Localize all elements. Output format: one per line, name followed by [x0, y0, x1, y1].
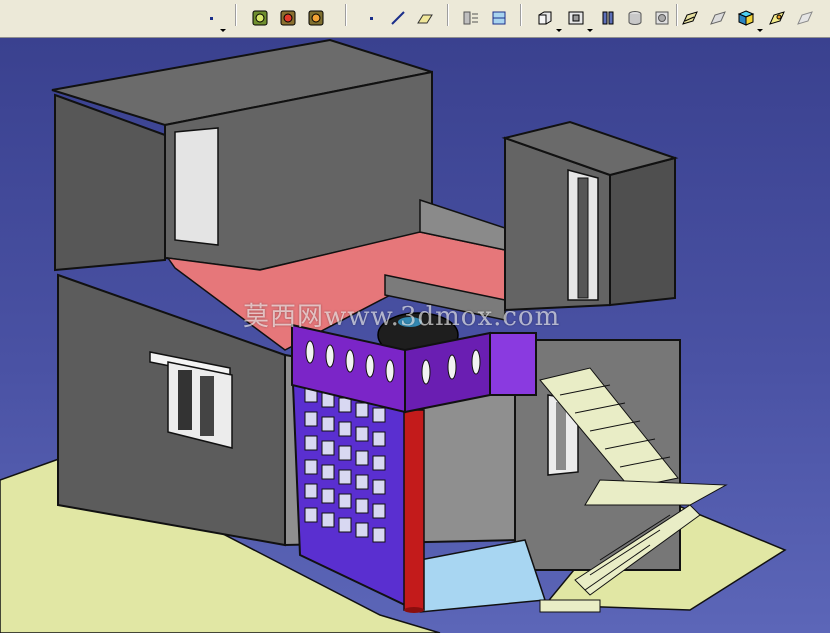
chevron-down-icon[interactable] — [556, 29, 562, 32]
toolbar-separator — [520, 4, 522, 26]
lower-window-pane — [200, 376, 214, 436]
analysis-icon-orange[interactable] — [305, 7, 327, 29]
hole-icon[interactable] — [624, 7, 646, 29]
3d-viewport[interactable]: 莫西网www.3dmox.com — [0, 38, 830, 633]
house-model — [0, 38, 787, 633]
pad-icon[interactable] — [534, 7, 556, 29]
pocket-icon[interactable] — [565, 7, 587, 29]
toolbar-separator — [345, 4, 347, 26]
toolbar-separator — [676, 4, 678, 26]
balcony-block — [489, 332, 537, 396]
point-icon[interactable] — [200, 7, 222, 29]
toolbar-separator — [447, 4, 449, 26]
draft-icon[interactable] — [766, 7, 788, 29]
cube-icon[interactable] — [735, 7, 757, 29]
grid-icon[interactable] — [460, 7, 482, 29]
red-column-base — [404, 607, 424, 613]
sketch-icon[interactable] — [488, 7, 510, 29]
lower-window-pane — [178, 370, 192, 430]
chevron-down-icon[interactable] — [757, 29, 763, 32]
chevron-down-icon[interactable] — [220, 29, 226, 32]
upper-left-wall — [54, 93, 166, 272]
slot-icon[interactable] — [707, 7, 729, 29]
watermark-text: 莫西网www.3dmox.com — [243, 302, 561, 332]
toolbar-separator — [235, 4, 237, 26]
tower-side — [609, 156, 676, 307]
doorway-left — [174, 127, 219, 246]
tower-window-sash — [577, 177, 589, 299]
point-icon[interactable] — [360, 7, 382, 29]
groove-icon[interactable] — [651, 7, 673, 29]
shell-icon[interactable] — [794, 7, 816, 29]
line-icon[interactable] — [387, 7, 409, 29]
chevron-down-icon[interactable] — [587, 29, 593, 32]
top-toolbar — [0, 0, 830, 38]
analysis-icon-red[interactable] — [277, 7, 299, 29]
plane-icon[interactable] — [414, 7, 436, 29]
rib-icon[interactable] — [679, 7, 701, 29]
shaft-icon[interactable] — [597, 7, 619, 29]
front-window-pane — [556, 402, 566, 470]
analysis-icon-green[interactable] — [249, 7, 271, 29]
red-column — [403, 409, 425, 611]
